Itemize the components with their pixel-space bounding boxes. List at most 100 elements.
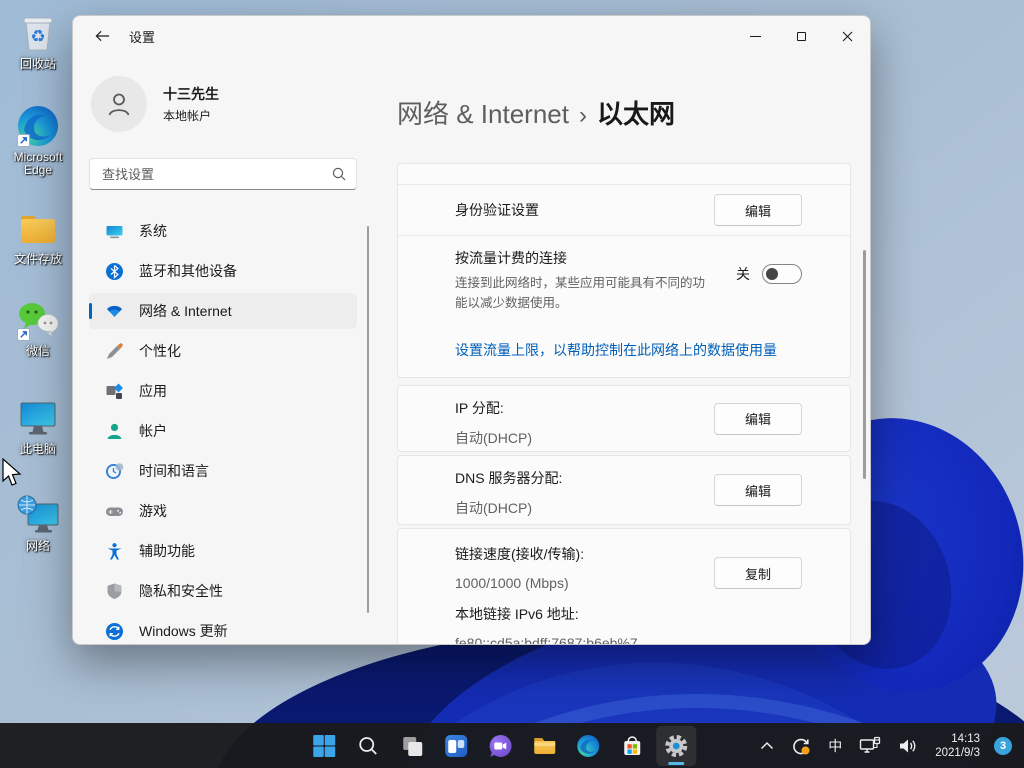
- edge-icon: [577, 734, 600, 757]
- maximize-button[interactable]: [778, 16, 824, 56]
- sidebar-item-time-language[interactable]: 时间和语言: [89, 453, 357, 489]
- desktop-icon-folder[interactable]: 文件存放: [1, 205, 75, 266]
- sidebar-item-bluetooth-devices[interactable]: 蓝牙和其他设备: [89, 253, 357, 289]
- shield-icon: [105, 582, 124, 601]
- file-explorer-button[interactable]: [524, 726, 564, 766]
- folder-icon: [15, 205, 61, 251]
- authentication-edit-button[interactable]: 编辑: [714, 194, 802, 226]
- network-icon: [15, 492, 61, 538]
- window-title: 设置: [129, 29, 156, 45]
- shortcut-arrow-icon: [17, 328, 30, 341]
- desktop-icon-network[interactable]: 网络: [1, 492, 75, 553]
- dns-assignment-row: DNS 服务器分配: 自动(DHCP) 编辑: [398, 456, 850, 524]
- ethernet-settings-card: 身份验证设置 编辑 按流量计费的连接 连接到此网络时，某些应用可能具有不同的功能…: [397, 163, 851, 378]
- settings-taskbar-button[interactable]: [656, 725, 697, 766]
- system-tray: 中 14:13 2021/9/3 3: [755, 723, 1024, 768]
- start-button[interactable]: [304, 726, 344, 766]
- tray-network-button[interactable]: [854, 728, 886, 764]
- sidebar-item-privacy-security[interactable]: 隐私和安全性: [89, 573, 357, 609]
- ip-assignment-row: IP 分配: 自动(DHCP) 编辑: [398, 386, 850, 451]
- chat-icon: [489, 734, 512, 757]
- close-button[interactable]: [824, 16, 870, 56]
- tray-ime-button[interactable]: 中: [823, 728, 847, 764]
- minimize-button[interactable]: [732, 16, 778, 56]
- breadcrumb: 网络 & Internet › 以太网: [397, 94, 675, 131]
- widgets-button[interactable]: [436, 726, 476, 766]
- desktop-icon-label: 此电脑: [19, 442, 56, 456]
- user-name: 十三先生: [163, 86, 219, 102]
- search-input[interactable]: [90, 166, 332, 182]
- user-account[interactable]: 十三先生 本地帐户: [91, 76, 219, 132]
- sidebar-nav: 系统 蓝牙和其他设备 网络 & Internet 个性化 应用 帐户 时间和语言…: [89, 213, 357, 644]
- edge-taskbar-button[interactable]: [568, 726, 608, 766]
- back-button[interactable]: [87, 23, 117, 49]
- task-view-button[interactable]: [392, 726, 432, 766]
- metered-description: 连接到此网络时，某些应用可能具有不同的功能以减少数据使用。: [455, 276, 706, 310]
- sidebar-item-system[interactable]: 系统: [89, 213, 357, 249]
- wifi-icon: [105, 302, 124, 321]
- desktop-icon-label: 网络: [25, 539, 50, 553]
- recycle-bin-icon: ♻: [15, 10, 61, 56]
- account-person-icon: [105, 422, 124, 441]
- metered-toggle[interactable]: [762, 264, 802, 284]
- dns-edit-button[interactable]: 编辑: [714, 474, 802, 506]
- copy-button[interactable]: 复制: [714, 557, 802, 589]
- sidebar-item-label: 网络 & Internet: [139, 303, 232, 319]
- svg-text:♻: ♻: [30, 27, 45, 46]
- sidebar-item-gaming[interactable]: 游戏: [89, 493, 357, 529]
- breadcrumb-parent[interactable]: 网络 & Internet: [397, 99, 569, 129]
- tray-volume-button[interactable]: [893, 728, 923, 764]
- chevron-up-icon: [761, 741, 774, 750]
- taskbar: 中 14:13 2021/9/3 3: [0, 723, 1024, 768]
- toggle-knob: [766, 268, 778, 280]
- sidebar-item-label: 游戏: [139, 503, 167, 519]
- desktop-icon-label: 回收站: [19, 57, 56, 71]
- chat-button[interactable]: [480, 726, 520, 766]
- sidebar-item-apps[interactable]: 应用: [89, 373, 357, 409]
- sidebar-item-label: Windows 更新: [139, 623, 228, 639]
- toggle-state-label: 关: [736, 266, 750, 282]
- ip-edit-button[interactable]: 编辑: [714, 402, 802, 435]
- data-limit-row: 设置流量上限，以帮助控制在此网络上的数据使用量: [398, 322, 850, 377]
- desktop-icon-edge[interactable]: Microsoft Edge: [1, 103, 75, 177]
- search-taskbar-button[interactable]: [348, 726, 388, 766]
- page-title: 以太网: [596, 99, 675, 129]
- sidebar-item-label: 时间和语言: [139, 463, 209, 479]
- dns-assignment-card: DNS 服务器分配: 自动(DHCP) 编辑: [397, 455, 851, 525]
- desktop-icon-label: 微信: [25, 344, 50, 358]
- widgets-icon: [445, 734, 468, 757]
- scrolled-row-sliver: [398, 164, 850, 184]
- sidebar-item-windows-update[interactable]: Windows 更新: [89, 613, 357, 644]
- sidebar-item-label: 应用: [139, 383, 167, 399]
- content-scrollbar[interactable]: [863, 250, 866, 479]
- windows-update-icon: [105, 622, 124, 641]
- close-icon: [842, 31, 852, 41]
- sidebar-item-accessibility[interactable]: 辅助功能: [89, 533, 357, 569]
- apps-icon: [105, 382, 124, 401]
- search-box: [89, 158, 357, 190]
- data-limit-link[interactable]: 设置流量上限，以帮助控制在此网络上的数据使用量: [455, 340, 777, 360]
- clock-icon: [105, 462, 124, 481]
- sidebar-scrollbar[interactable]: [367, 226, 369, 613]
- desktop-icon-this-pc[interactable]: 此电脑: [1, 395, 75, 456]
- task-view-icon: [403, 736, 423, 756]
- sidebar-item-label: 系统: [139, 223, 167, 239]
- notification-badge[interactable]: 3: [994, 736, 1012, 755]
- sidebar-item-network-internet[interactable]: 网络 & Internet: [89, 293, 357, 329]
- maximize-icon: [796, 31, 806, 41]
- desktop-icon-label: 文件存放: [13, 252, 62, 266]
- desktop-icon-wechat[interactable]: 微信: [1, 297, 75, 358]
- search-icon: [332, 167, 346, 181]
- file-explorer-icon: [533, 738, 555, 754]
- minimize-icon: [749, 35, 761, 37]
- tray-chevron-button[interactable]: [755, 728, 779, 764]
- user-account-type: 本地帐户: [163, 109, 212, 123]
- tray-update-button[interactable]: [786, 728, 816, 764]
- sidebar-item-accounts[interactable]: 帐户: [89, 413, 357, 449]
- sidebar-item-personalization[interactable]: 个性化: [89, 333, 357, 369]
- speaker-icon: [900, 739, 916, 752]
- tray-clock-button[interactable]: 14:13 2021/9/3: [930, 728, 985, 764]
- microsoft-store-button[interactable]: [612, 726, 652, 766]
- desktop-icon-recycle-bin[interactable]: ♻ 回收站: [1, 10, 75, 71]
- sidebar-item-label: 隐私和安全性: [139, 583, 223, 599]
